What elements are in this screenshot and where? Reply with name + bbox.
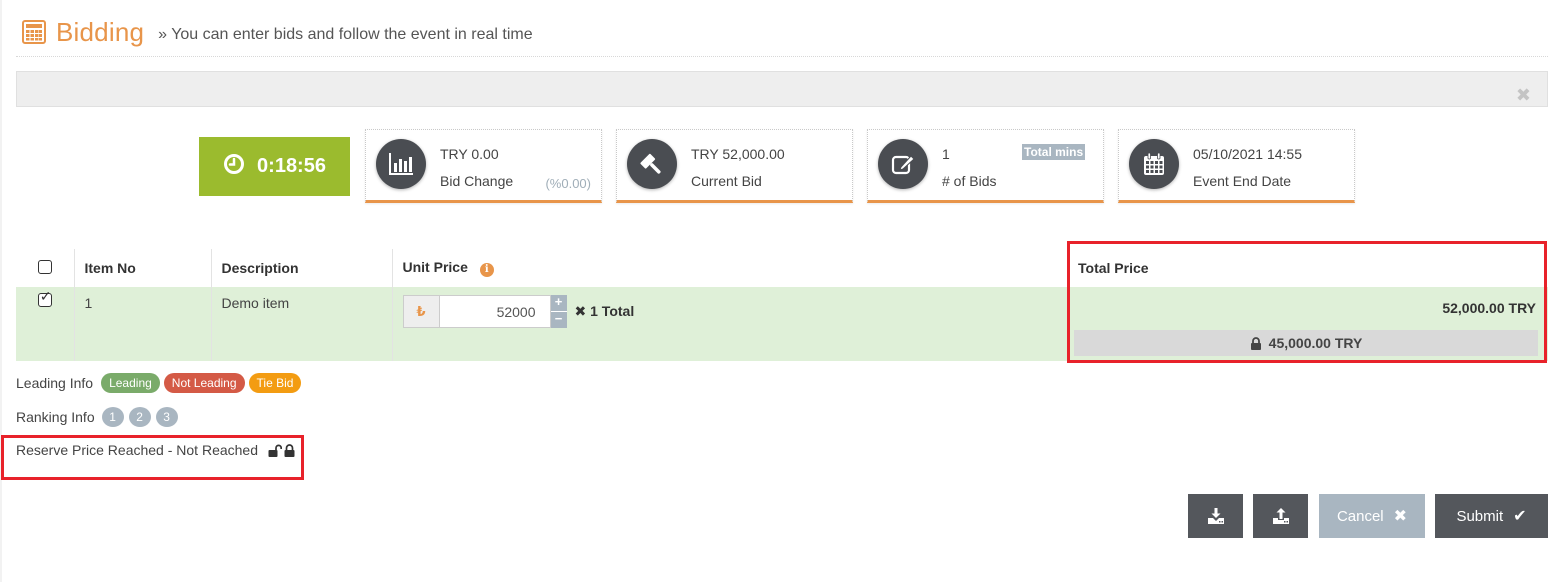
stat-card-num-bids: 1 # of Bids Total mins — [867, 129, 1104, 203]
check-icon: ✔ — [1513, 508, 1527, 525]
stat-card-end-date: 05/10/2021 14:55 Event End Date — [1118, 129, 1355, 203]
lock-icon — [284, 443, 295, 457]
download-icon — [1207, 508, 1224, 524]
edit-icon — [878, 139, 928, 189]
lock-icon — [1250, 336, 1261, 350]
reserve-price-legend: Reserve Price Reached - Not Reached — [16, 442, 295, 458]
row-select-cell — [16, 287, 74, 361]
calculator-icon — [22, 20, 46, 44]
header-item-no[interactable]: Item No — [73, 249, 211, 287]
times-icon: ✖ — [574, 303, 587, 319]
badge-tie-bid: Tie Bid — [248, 373, 302, 393]
total-mins-badge: Total mins — [1022, 144, 1086, 160]
reserve-price-label: Reserve Price Reached - Not Reached — [16, 442, 259, 458]
lira-currency-icon: ₺ — [402, 295, 439, 328]
clock-icon — [224, 153, 245, 174]
end-date-label: Event End Date — [1193, 173, 1292, 189]
bid-change-label: Bid Change — [440, 173, 514, 189]
badge-not-leading: Not Leading — [163, 373, 245, 393]
stat-card-current-bid: TRY 52,000.00 Current Bid — [616, 129, 853, 203]
header-description[interactable]: Description — [210, 249, 392, 287]
ranking-info-legend: Ranking Info 1 2 3 — [16, 407, 178, 427]
info-icon[interactable]: i — [479, 262, 494, 277]
current-bid-label: Current Bid — [691, 173, 762, 189]
table-row: 1 Demo item ₺ + − ✖ 1 Total 52,000.00 TR… — [16, 287, 1548, 361]
page-subtitle: » You can enter bids and follow the even… — [158, 26, 533, 43]
header-divider — [16, 56, 1548, 57]
close-icon[interactable]: ✖ — [1516, 86, 1531, 104]
row-total-price: 52,000.00 TRY — [1442, 300, 1536, 316]
unit-price-input-group: ₺ + − ✖ 1 Total — [402, 295, 635, 328]
bid-table: Item No Description Unit Price i Total P… — [16, 249, 1548, 361]
unlock-icon — [268, 444, 283, 457]
reserve-price-value: 45,000.00 TRY — [1268, 335, 1363, 351]
reserve-price-bar: 45,000.00 TRY — [1074, 330, 1538, 356]
page-title: Bidding — [56, 16, 145, 47]
page-left-border — [0, 0, 2, 582]
end-date-value: 05/10/2021 14:55 — [1193, 146, 1302, 162]
ranking-info-label: Ranking Info — [16, 409, 95, 425]
stat-card-bid-change: TRY 0.00 Bid Change (%0.00) — [365, 129, 602, 203]
gavel-icon — [627, 139, 677, 189]
badge-leading: Leading — [101, 373, 160, 393]
timer-value: 0:18:56 — [257, 155, 326, 177]
quantity-text: 1 Total — [586, 303, 635, 319]
upload-icon — [1272, 508, 1289, 524]
cancel-label: Cancel — [1336, 507, 1384, 525]
alert-bar: ✖ — [16, 71, 1548, 107]
bid-change-value: TRY 0.00 — [440, 146, 499, 162]
decrement-button[interactable]: − — [550, 311, 567, 328]
cancel-button[interactable]: Cancel ✖ — [1319, 494, 1425, 538]
row-total-price-cell: 52,000.00 TRY 45,000.00 TRY — [1064, 287, 1548, 361]
unit-price-spinner: + − — [550, 295, 567, 328]
rank-badge-2: 2 — [128, 407, 151, 427]
num-bids-label: # of Bids — [942, 173, 997, 189]
rank-badge-3: 3 — [155, 407, 178, 427]
bid-change-percent: (%0.00) — [545, 176, 591, 191]
select-all-checkbox[interactable] — [37, 259, 52, 274]
submit-button[interactable]: Submit ✔ — [1435, 494, 1548, 538]
header-unit-price: Unit Price i — [391, 249, 1064, 287]
unit-price-input[interactable] — [438, 295, 551, 328]
row-unit-price-cell: ₺ + − ✖ 1 Total — [391, 287, 1064, 361]
download-button[interactable] — [1188, 494, 1243, 538]
row-item-no: 1 — [73, 287, 211, 361]
rank-badge-1: 1 — [101, 407, 124, 427]
table-header-row: Item No Description Unit Price i Total P… — [16, 249, 1548, 287]
increment-button[interactable]: + — [550, 295, 567, 311]
leading-info-legend: Leading Info Leading Not Leading Tie Bid — [16, 373, 302, 393]
close-icon: ✖ — [1393, 508, 1408, 525]
header-unit-price-label: Unit Price — [402, 259, 468, 276]
page-header: Bidding » You can enter bids and follow … — [22, 14, 533, 50]
current-bid-value: TRY 52,000.00 — [691, 146, 785, 162]
quantity-total: ✖ 1 Total — [575, 303, 635, 320]
select-all-cell — [16, 249, 74, 287]
row-checkbox[interactable] — [37, 288, 52, 307]
submit-label: Submit — [1456, 507, 1504, 525]
header-total-price: Total Price — [1078, 260, 1149, 276]
num-bids-value: 1 — [942, 146, 950, 162]
calendar-icon — [1129, 139, 1179, 189]
leading-info-label: Leading Info — [16, 375, 94, 391]
bar-chart-icon — [376, 139, 426, 189]
row-description: Demo item — [210, 287, 392, 361]
countdown-timer: 0:18:56 — [199, 137, 350, 196]
upload-button[interactable] — [1253, 494, 1308, 538]
